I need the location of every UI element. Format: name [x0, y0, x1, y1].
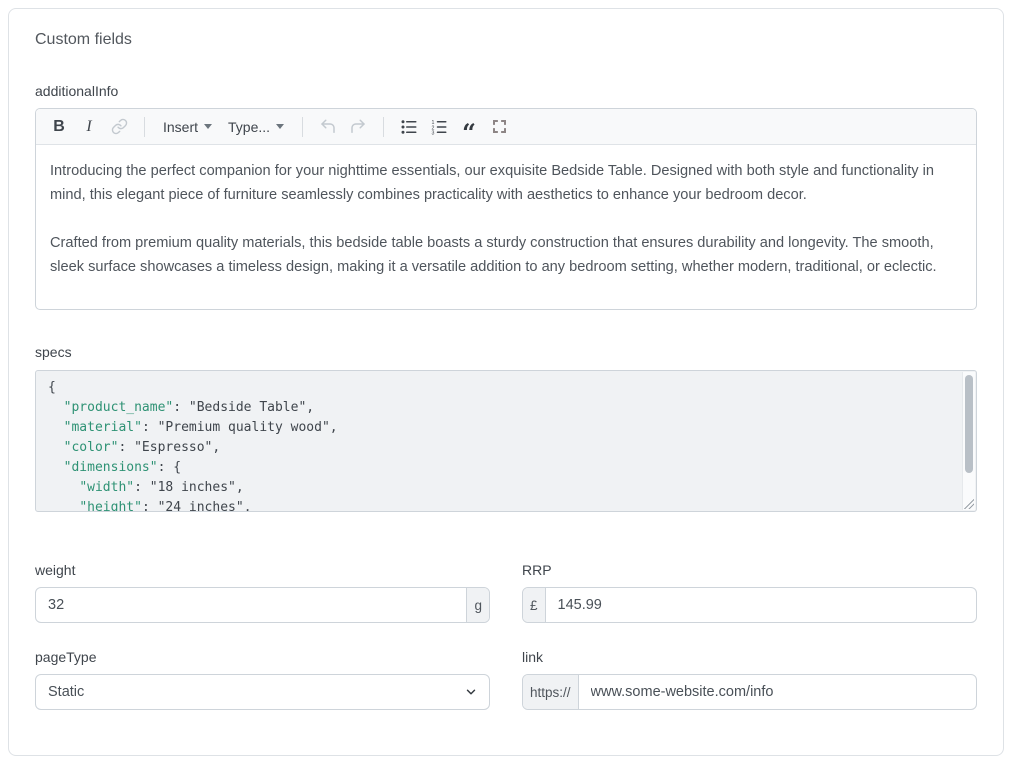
rrp-label: RRP	[522, 562, 977, 578]
editor-paragraph: Introducing the perfect companion for yo…	[50, 159, 962, 207]
additional-info-label: additionalInfo	[35, 83, 977, 99]
link-button[interactable]	[106, 114, 132, 140]
scrollbar[interactable]	[962, 372, 975, 510]
link-label: link	[522, 649, 977, 665]
editor-paragraph: Crafted from premium quality materials, …	[50, 231, 962, 279]
italic-button[interactable]: I	[76, 114, 102, 140]
weight-unit-addon: g	[466, 588, 489, 622]
protocol-addon: https://	[523, 675, 579, 709]
container-button[interactable]	[486, 114, 512, 140]
weight-label: weight	[35, 562, 490, 578]
redo-icon	[349, 118, 367, 136]
undo-icon	[319, 118, 337, 136]
type-dropdown-label: Type...	[228, 119, 270, 135]
bullet-list-icon	[400, 118, 418, 136]
custom-fields-card: Custom fields additionalInfo B I Insert …	[8, 8, 1004, 756]
chevron-down-icon	[204, 124, 212, 129]
numbered-list-button[interactable]: 123	[426, 114, 452, 140]
toolbar-divider	[383, 117, 384, 137]
weight-input-group: g	[35, 587, 490, 623]
undo-button[interactable]	[315, 114, 341, 140]
specs-code-editor[interactable]: { "product_name": "Bedside Table", "mate…	[36, 371, 976, 511]
page-type-select-wrap: Static	[35, 674, 490, 710]
redo-button[interactable]	[345, 114, 371, 140]
blockquote-icon: “	[462, 116, 476, 138]
scrollbar-thumb[interactable]	[965, 375, 973, 473]
page-type-select[interactable]: Static	[35, 674, 490, 710]
rich-text-editor: B I Insert Type...	[35, 108, 977, 310]
bullet-list-button[interactable]	[396, 114, 422, 140]
link-input[interactable]	[579, 675, 976, 709]
chevron-down-icon	[276, 124, 284, 129]
rrp-input[interactable]	[546, 588, 976, 622]
type-dropdown[interactable]: Type...	[222, 114, 290, 140]
page-title: Custom fields	[35, 31, 977, 49]
toolbar-divider	[302, 117, 303, 137]
bold-button[interactable]: B	[46, 114, 72, 140]
svg-text:3: 3	[432, 130, 435, 136]
resize-grip-icon[interactable]	[964, 499, 974, 509]
page-type-label: pageType	[35, 649, 490, 665]
insert-dropdown[interactable]: Insert	[157, 114, 218, 140]
link-icon	[111, 118, 128, 135]
specs-label: specs	[35, 344, 977, 360]
toolbar-divider	[144, 117, 145, 137]
editor-toolbar: B I Insert Type...	[36, 109, 976, 145]
container-icon	[493, 120, 506, 133]
numbered-list-icon: 123	[430, 118, 448, 136]
blockquote-button[interactable]: “	[456, 114, 482, 140]
link-input-group: https://	[522, 674, 977, 710]
insert-dropdown-label: Insert	[163, 119, 198, 135]
specs-code-field: { "product_name": "Bedside Table", "mate…	[35, 370, 977, 512]
rrp-input-group: £	[522, 587, 977, 623]
currency-addon: £	[523, 588, 546, 622]
weight-input[interactable]	[36, 588, 466, 622]
editor-content[interactable]: Introducing the perfect companion for yo…	[36, 145, 976, 309]
